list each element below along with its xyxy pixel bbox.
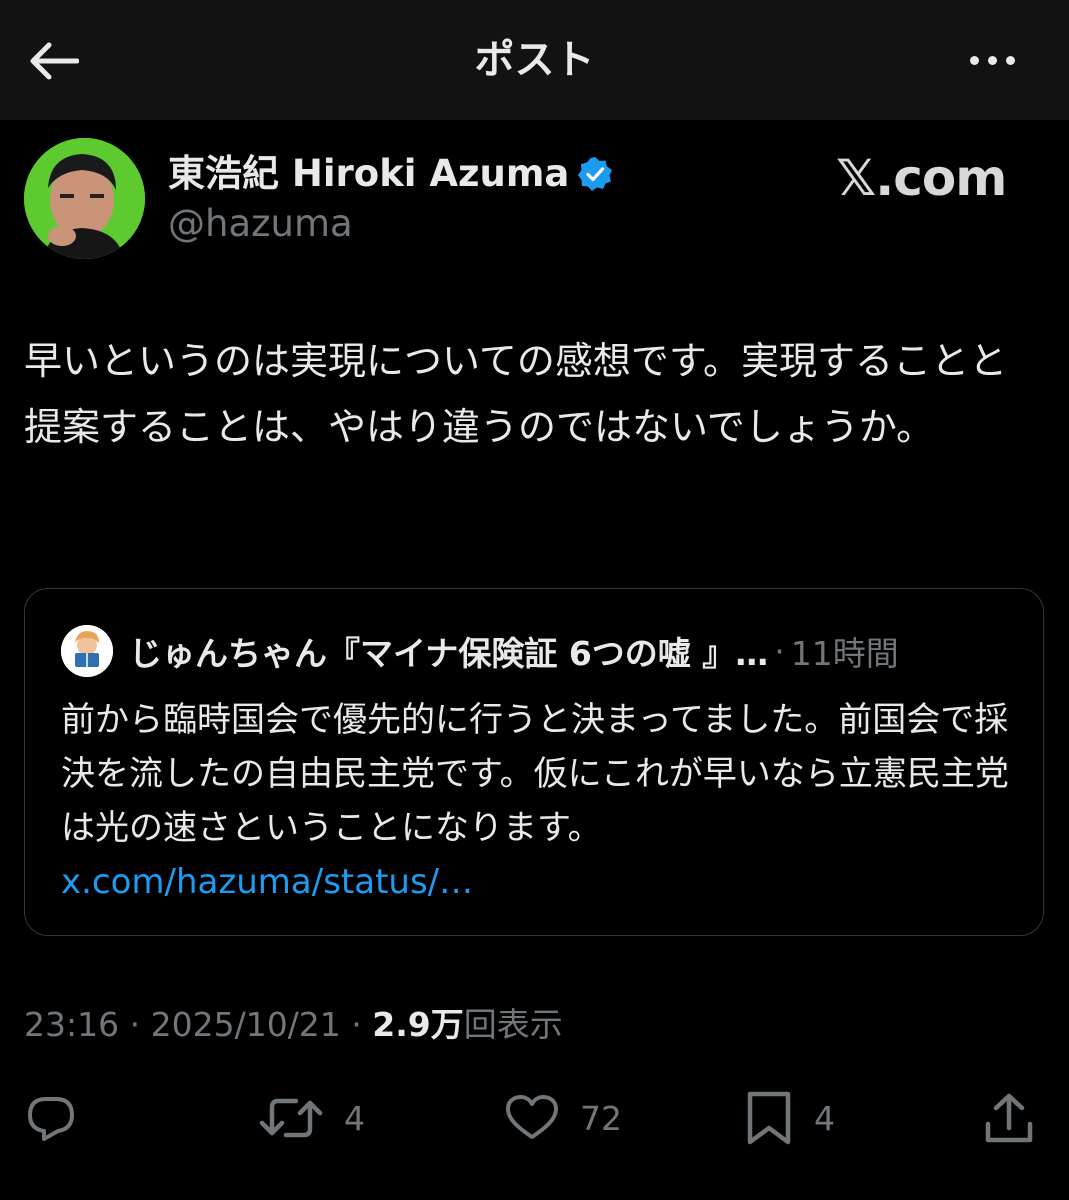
retweet-icon	[259, 1098, 323, 1138]
retweet-button[interactable]: 4	[258, 1088, 365, 1148]
views-label: 回表示	[463, 1005, 563, 1044]
post-date: 2025/10/21	[150, 1005, 341, 1044]
quoted-post-header: じゅんちゃん『マイナ保険証 6つの嘘 』… · 11時間	[61, 625, 899, 677]
like-button[interactable]: 72	[504, 1088, 622, 1148]
reply-button[interactable]	[24, 1088, 78, 1148]
post-time: 23:16	[24, 1005, 120, 1044]
bookmark-count: 4	[814, 1098, 835, 1138]
quoted-author-avatar	[61, 625, 113, 677]
more-icon	[969, 55, 979, 65]
share-button[interactable]	[982, 1088, 1036, 1148]
quoted-author-name: じゅんちゃん『マイナ保険証 6つの嘘 』…	[129, 634, 769, 673]
reply-icon	[28, 1097, 74, 1141]
author-handle[interactable]: @hazuma	[168, 200, 353, 248]
more-icon-dot	[987, 55, 997, 65]
verified-badge-icon	[578, 157, 613, 191]
like-count: 72	[580, 1098, 622, 1138]
quoted-post[interactable]: じゅんちゃん『マイナ保険証 6つの嘘 』… · 11時間 前から臨時国会で優先的…	[24, 588, 1044, 936]
brand-watermark: 𝕏.com	[836, 149, 1007, 207]
bookmark-icon	[747, 1091, 791, 1145]
post-text: 早いというのは実現についての感想です。実現することと提案することは、やはり違うの…	[24, 339, 1008, 449]
share-icon	[985, 1093, 1033, 1143]
avatar-image	[24, 138, 145, 259]
bookmark-button[interactable]: 4	[744, 1088, 835, 1148]
author-avatar[interactable]	[24, 138, 145, 259]
like-icon	[506, 1095, 558, 1139]
views-count: 2.9万	[372, 1005, 464, 1044]
author-name-row[interactable]: 東浩紀 Hiroki Azuma	[168, 148, 613, 200]
top-bar: ポスト	[0, 0, 1069, 120]
quoted-avatar-image	[61, 625, 113, 677]
quoted-post-body: 前から臨時国会で優先的に行うと決まってました。前国会で採決を流したの自由民主党で…	[61, 693, 1011, 909]
retweet-count: 4	[344, 1098, 365, 1138]
page-title: ポスト	[474, 37, 595, 83]
quoted-post-link[interactable]: x.com/hazuma/status/…	[61, 855, 1011, 909]
meta-separator: ·	[119, 1005, 151, 1044]
quoted-post-text: 前から臨時国会で優先的に行うと決まってました。前国会で採決を流したの自由民主党で…	[61, 700, 1009, 848]
author-name[interactable]: 東浩紀 Hiroki Azuma	[168, 148, 569, 200]
post-meta: 23:16 · 2025/10/21 · 2.9万回表示	[24, 1000, 563, 1050]
more-button[interactable]	[957, 40, 1027, 80]
quoted-separator: ·	[774, 631, 785, 671]
meta-separator: ·	[340, 1005, 373, 1044]
more-icon-dot	[1005, 55, 1015, 65]
quoted-time: 11時間	[790, 634, 899, 673]
